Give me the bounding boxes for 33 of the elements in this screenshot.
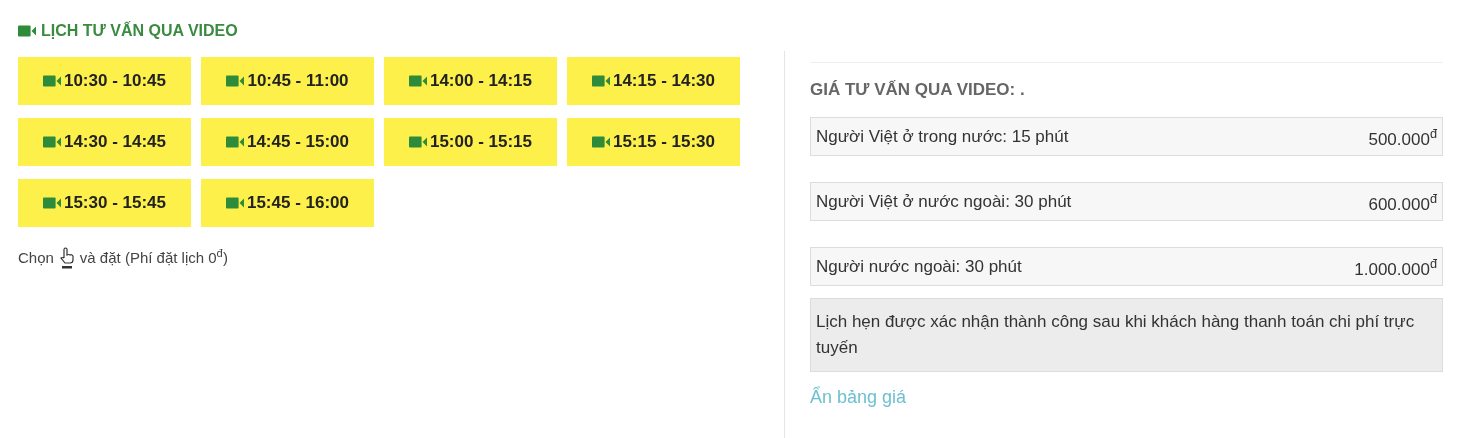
time-slot-button[interactable]: 14:00 - 14:15 xyxy=(384,57,557,105)
time-slot-button[interactable]: 14:45 - 15:00 xyxy=(201,118,374,166)
time-slot-button[interactable]: 10:45 - 11:00 xyxy=(201,57,374,105)
time-slot-button[interactable]: 15:30 - 15:45 xyxy=(18,179,191,227)
note-box: Lịch hẹn được xác nhận thành công sau khi khách hàng thanh toán chi phí trực tuyến xyxy=(810,297,1443,372)
video-camera-icon xyxy=(42,197,61,209)
video-camera-icon xyxy=(225,197,244,209)
video-camera-icon xyxy=(408,75,427,87)
video-camera-icon xyxy=(408,136,427,148)
pointing-hand-icon xyxy=(58,247,75,270)
video-camera-icon xyxy=(591,136,610,148)
price-value: 1.000.000$^{đ}$ xyxy=(1354,255,1437,281)
hint-text: Chọn xyxy=(18,248,54,268)
time-slot-button[interactable]: 15:00 - 15:15 xyxy=(384,118,557,166)
video-camera-icon xyxy=(225,136,244,148)
price-label: Người Việt ở nước ngoài: 30 phút xyxy=(816,190,1072,213)
time-slot-button[interactable]: 15:45 - 16:00 xyxy=(201,179,374,227)
video-camera-icon xyxy=(226,75,245,87)
price-value: 500.000$^{đ}$ xyxy=(1368,125,1437,151)
time-slot-button[interactable]: 14:30 - 14:45 xyxy=(18,118,191,166)
price-value: 600.000$^{đ}$ xyxy=(1368,190,1437,216)
hint-text: và đặt (Phí đặt lịch 0$^{đ}$) xyxy=(79,247,228,268)
time-slot-button[interactable]: 10:30 - 10:45 xyxy=(18,57,191,105)
price-title: GIÁ TƯ VẤN QUA VIDEO: . xyxy=(810,79,1026,101)
section-title: LỊCH TƯ VẤN QUA VIDEO xyxy=(41,20,238,41)
video-camera-icon xyxy=(42,75,61,87)
video-camera-icon xyxy=(42,136,61,148)
time-slot-button[interactable]: 15:15 - 15:30 xyxy=(567,118,740,166)
time-slot-button[interactable]: 14:15 - 14:30 xyxy=(567,57,740,105)
video-camera-icon xyxy=(591,75,610,87)
video-camera-icon xyxy=(18,25,36,37)
price-label: Người Việt ở trong nước: 15 phút xyxy=(816,125,1069,148)
price-label: Người nước ngoài: 30 phút xyxy=(816,255,1022,278)
